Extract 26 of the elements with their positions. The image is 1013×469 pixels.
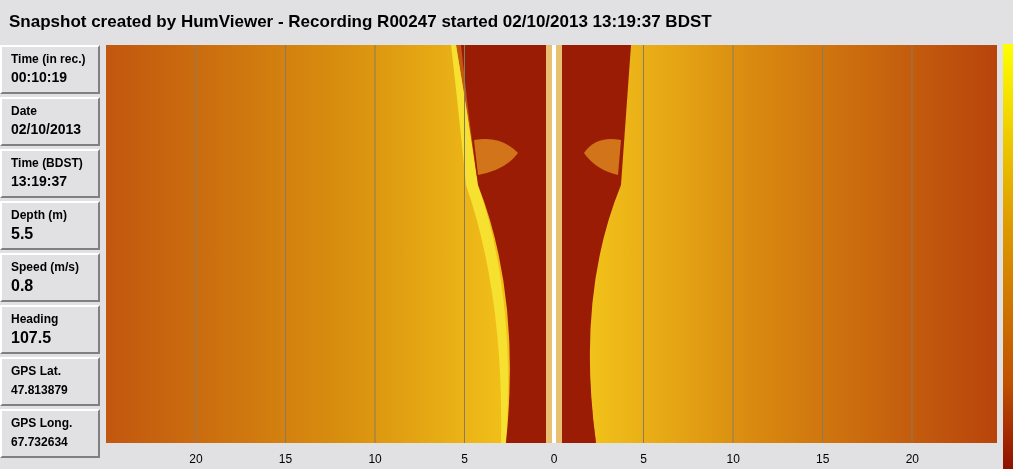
readout-label: GPS Long.	[11, 416, 74, 430]
readout-label: GPS Lat.	[11, 364, 62, 378]
readout-label: Speed (m/s)	[11, 260, 80, 274]
axis-label: 10	[368, 452, 382, 466]
readout-value: 00:10:19	[11, 69, 69, 85]
axis-label: 0	[550, 452, 558, 466]
readout-label: Time (BDST)	[11, 156, 84, 170]
readout-label: Time (in rec.)	[11, 52, 87, 66]
readout-label: Depth (m)	[11, 208, 68, 222]
window-title: Snapshot created by HumViewer - Recording R00247 started 02/10/2013 13:19:37 BDST	[8, 11, 713, 33]
axis-label: 5	[640, 452, 648, 466]
readout-label: Date	[11, 104, 38, 118]
axis-label: 15	[816, 452, 830, 466]
readout-value: 47.813879	[11, 383, 69, 397]
readout-value: 02/10/2013	[11, 121, 83, 137]
readout-value: 13:19:37	[11, 173, 69, 189]
readout-label: Heading	[11, 312, 60, 326]
axis-label: 10	[726, 452, 740, 466]
readout-value: 67.732634	[11, 435, 69, 449]
axis-label: 20	[905, 452, 919, 466]
readout-value: 0.8	[11, 277, 35, 295]
axis-label: 20	[189, 452, 203, 466]
axis-label: 5	[461, 452, 468, 466]
readout-value: 5.5	[11, 225, 35, 243]
readout-value: 107.5	[11, 329, 53, 347]
axis-label: 15	[278, 452, 293, 466]
